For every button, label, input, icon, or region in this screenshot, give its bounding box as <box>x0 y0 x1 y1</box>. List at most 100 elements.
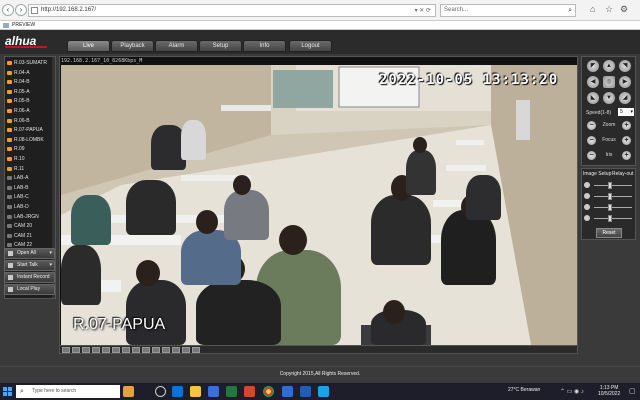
split-16-icon[interactable] <box>92 347 100 353</box>
tab-relay-out[interactable]: Relay-out <box>611 170 634 178</box>
split-9-icon[interactable] <box>82 347 90 353</box>
store-icon[interactable] <box>208 386 219 397</box>
camera-list-label: R.05-B <box>14 98 30 105</box>
tab-alarm[interactable]: Alarm <box>155 40 198 52</box>
windows-start-icon[interactable] <box>3 387 12 396</box>
slider-handle[interactable] <box>608 215 612 222</box>
split-36-icon[interactable] <box>112 347 120 353</box>
camera-list-item[interactable]: R.04-B <box>7 78 55 86</box>
split-custom-6-icon[interactable] <box>172 347 180 353</box>
camera-list-item[interactable]: LAB-D <box>7 203 55 211</box>
split-4-icon[interactable] <box>72 347 80 353</box>
home-icon[interactable]: ⌂ <box>590 4 595 14</box>
settings-icon[interactable]: ⚙ <box>620 4 628 15</box>
camera-list-item[interactable]: R.08-LOMBK <box>7 136 55 144</box>
split-custom-3-icon[interactable] <box>142 347 150 353</box>
slider-handle[interactable] <box>608 193 612 200</box>
ptz-up-icon[interactable]: ▲ <box>603 60 615 72</box>
live-video-feed[interactable]: 2022-10-05 13:13:20 R.07-PAPUA <box>61 65 577 345</box>
chrome-icon[interactable] <box>263 386 274 397</box>
browser-tab[interactable]: PREVIEW <box>2 21 35 30</box>
ptz-down-icon[interactable]: ▼ <box>603 92 615 104</box>
camera-list-item[interactable]: R.06-A <box>7 107 55 115</box>
camera-list-item[interactable]: R.03-SUMATR <box>7 59 55 67</box>
video-pane[interactable]: 192.168.2.167_10_8268Kbps_M 2022-10-05 1… <box>59 56 578 346</box>
instant-record-button[interactable]: Instant Record <box>4 272 55 283</box>
slider-handle[interactable] <box>608 204 612 211</box>
hue-slider[interactable] <box>584 215 634 222</box>
ptz-center-icon[interactable]: ◎ <box>603 76 615 88</box>
saturation-slider[interactable] <box>584 204 634 211</box>
split-custom-icon[interactable] <box>122 347 130 353</box>
split-1-icon[interactable] <box>62 347 70 353</box>
tab-playback[interactable]: Playback <box>111 40 154 52</box>
camera-list-item[interactable]: R.10 <box>7 155 55 163</box>
edge-icon[interactable] <box>172 386 183 397</box>
aspect-ratio-icon[interactable] <box>192 347 200 353</box>
camera-list-item[interactable]: R.05-B <box>7 97 55 105</box>
tab-image-setup[interactable]: Image Setup <box>582 170 612 178</box>
task-view-icon[interactable] <box>155 386 166 397</box>
camera-list-item[interactable]: R.04-A <box>7 69 55 77</box>
tab-live[interactable]: Live <box>67 40 110 52</box>
camera-list-item[interactable]: LAB-C <box>7 193 55 201</box>
split-custom-5-icon[interactable] <box>162 347 170 353</box>
speed-select[interactable]: 5 ▾ <box>618 108 634 116</box>
focus-plus-button[interactable]: + <box>622 136 631 145</box>
camera-icon <box>7 128 12 133</box>
camera-list-item[interactable]: LAB-JRGN <box>7 213 55 221</box>
start-talk-button[interactable]: Start Talk ▾ <box>4 260 55 271</box>
favorites-icon[interactable]: ☆ <box>605 4 613 15</box>
ptz-up-left-icon[interactable]: ◤ <box>587 60 599 72</box>
chevron-down-icon[interactable]: ▾ <box>49 261 52 270</box>
contrast-slider[interactable] <box>584 193 634 200</box>
word-icon[interactable] <box>282 386 293 397</box>
camera-list-item[interactable]: LAB-A <box>7 174 55 182</box>
brightness-slider[interactable] <box>584 182 634 189</box>
ptz-left-icon[interactable]: ◀ <box>587 76 599 88</box>
weather-widget[interactable]: 27°C Berawan <box>508 387 540 393</box>
split-custom-4-icon[interactable] <box>152 347 160 353</box>
camera-list-item[interactable]: R.09 <box>7 145 55 153</box>
split-custom-2-icon[interactable] <box>132 347 140 353</box>
widget-icon[interactable] <box>123 386 134 397</box>
camera-list-item[interactable]: CAM 21 <box>7 232 55 240</box>
iris-plus-button[interactable]: + <box>622 151 631 160</box>
taskbar-clock[interactable]: 1:13 PM 10/5/2022 <box>598 385 620 397</box>
powerpoint-icon[interactable] <box>244 386 255 397</box>
tab-logout[interactable]: Logout <box>289 40 332 52</box>
system-tray-icons[interactable]: ⌃ ▭ ◉ ♪ <box>560 388 584 395</box>
camera-list-item[interactable]: R.05-A <box>7 88 55 96</box>
camera-list-item[interactable]: R.07-PAPUA <box>7 126 55 134</box>
ptz-down-right-icon[interactable]: ◢ <box>619 92 631 104</box>
camera-list-item[interactable]: R.11 <box>7 165 55 173</box>
address-bar[interactable]: http://192.168.2.167/ ▾ ✕ ⟳ <box>28 4 436 17</box>
file-explorer-icon[interactable] <box>190 386 201 397</box>
browser-search-input[interactable]: Search... ⌕ <box>440 4 576 17</box>
search-icon[interactable]: ⌕ <box>568 5 572 16</box>
chevron-down-icon[interactable]: ▾ <box>49 249 52 258</box>
taskbar-search-input[interactable]: ⌕ Type here to search <box>16 385 120 398</box>
internet-explorer-icon[interactable] <box>318 386 329 397</box>
ptz-down-left-icon[interactable]: ◣ <box>587 92 599 104</box>
refresh-icon[interactable]: ▾ ✕ ⟳ <box>415 6 431 17</box>
camera-list-item[interactable]: R.06-B <box>7 117 55 125</box>
zoom-in-button[interactable]: + <box>622 121 631 130</box>
split-25-icon[interactable] <box>102 347 110 353</box>
notification-icon[interactable]: ▢ <box>629 387 636 395</box>
tab-setup[interactable]: Setup <box>199 40 242 52</box>
local-play-button[interactable]: Local Play <box>4 284 55 295</box>
excel-icon[interactable] <box>226 386 237 397</box>
fullscreen-icon[interactable] <box>182 347 190 353</box>
tab-info[interactable]: Info <box>243 40 286 52</box>
ptz-right-icon[interactable]: ▶ <box>619 76 631 88</box>
forward-icon[interactable]: › <box>15 4 27 16</box>
camera-list-item[interactable]: LAB-B <box>7 184 55 192</box>
slider-handle[interactable] <box>608 182 612 189</box>
outlook-icon[interactable] <box>300 386 311 397</box>
ptz-up-right-icon[interactable]: ◥ <box>619 60 631 72</box>
reset-button[interactable]: Reset <box>596 228 622 238</box>
open-all-button[interactable]: Open All ▾ <box>4 248 55 259</box>
camera-list-item[interactable]: CAM 20 <box>7 222 55 230</box>
back-icon[interactable]: ‹ <box>2 4 14 16</box>
